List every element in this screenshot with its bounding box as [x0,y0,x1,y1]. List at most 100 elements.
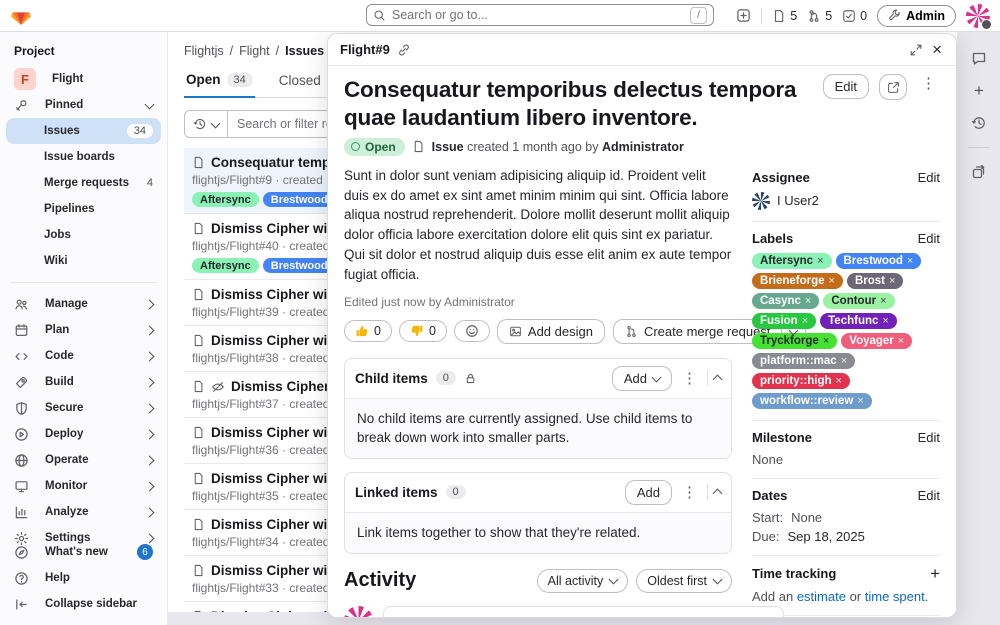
label-workflow-review[interactable]: workflow::review× [752,393,872,409]
estimate-link[interactable]: estimate [797,589,846,604]
linked-items-card: Linked items 0 Add ⋮ Link items together… [344,472,732,554]
remove-label-icon: × [841,355,847,367]
thumbs-up-button[interactable]: 0 [344,320,392,342]
time-spent-link[interactable]: time spent [865,589,925,604]
breadcrumb-project[interactable]: Flight [239,44,270,58]
label-casync[interactable]: Casync× [752,293,819,309]
sidebar-item-pipelines[interactable]: Pipelines [6,196,161,222]
child-items-add-button[interactable]: Add [612,366,672,391]
label-platform-mac[interactable]: platform::mac× [752,353,855,369]
issue-detail-modal: Flight#9 × Consequatur temporibus delect… [327,33,957,618]
smiley-icon [465,324,479,338]
child-items-count: 0 [436,371,456,385]
wrench-icon [888,9,901,22]
linked-items-add-button[interactable]: Add [625,480,672,505]
history-icon[interactable] [971,115,987,131]
sidebar-pinned[interactable]: Pinned [6,92,161,118]
whats-new-item[interactable]: What's new 6 [6,539,161,565]
plus-icon[interactable]: + [974,82,984,99]
issues-counter[interactable]: 5 [772,9,797,23]
sidebar-item-issues[interactable]: Issues 34 [6,118,161,144]
label-voyager[interactable]: Voyager× [841,333,912,349]
global-search-input[interactable]: Search or go to... / [366,4,714,26]
merge-requests-counter[interactable]: 5 [807,9,832,23]
modal-header: Flight#9 × [328,34,956,66]
milestone-edit-button[interactable]: Edit [918,430,940,445]
breadcrumb-group[interactable]: Flightjs [184,44,224,58]
sidebar-item-merge-requests[interactable]: Merge requests 4 [6,170,161,196]
child-items-card: Child items 0 Add ⋮ No child items are c… [344,358,732,459]
expand-icon[interactable] [909,43,923,57]
label-brestwood[interactable]: Brestwood× [836,253,922,269]
add-reaction-button[interactable] [454,320,490,342]
thumbs-down-button[interactable]: 0 [399,320,447,342]
sidebar-item-build[interactable]: Build [6,369,161,395]
sidebar-item-analyze[interactable]: Analyze [6,499,161,525]
user-avatar[interactable] [966,4,990,28]
tab-open[interactable]: Open 34 [184,64,255,98]
sidebar-item-secure[interactable]: Secure [6,395,161,421]
add-time-entry-button[interactable]: + [930,565,940,582]
sidebar-item-monitor[interactable]: Monitor [6,473,161,499]
add-design-button[interactable]: Add design [497,319,605,344]
label-tryckforge[interactable]: Tryckforge× [752,333,837,349]
child-items-kebab[interactable]: ⋮ [678,369,701,388]
labels-edit-button[interactable]: Edit [918,231,940,246]
remove-label-icon: × [829,275,835,287]
create-new-icon[interactable] [736,8,751,23]
activity-sort-dropdown[interactable]: Oldest first [636,569,732,593]
edited-note: Edited just now by Administrator [344,295,732,309]
label-aftersync[interactable]: Aftersync× [752,253,832,269]
todos-counter[interactable]: 0 [842,9,867,23]
history-icon [193,117,207,131]
sidebar-item-manage[interactable]: Manage [6,291,161,317]
issue-reference[interactable]: Flight#9 [340,42,390,57]
recent-searches-dropdown[interactable] [185,111,228,137]
monitor-icon [14,479,29,494]
label-brost[interactable]: Brost× [847,273,903,289]
linked-items-kebab[interactable]: ⋮ [678,483,701,502]
admin-button[interactable]: Admin [877,5,956,27]
sidebar-item-plan[interactable]: Plan [6,317,161,343]
activity-filter-dropdown[interactable]: All activity [537,569,629,593]
confidential-eye-slash-icon [211,380,225,394]
issue-type-icon [192,156,205,169]
sidebar-item-operate[interactable]: Operate [6,447,161,473]
label-contour[interactable]: Contour× [823,293,894,309]
assignee-value[interactable]: I User2 [752,192,940,210]
remove-label-icon: × [882,315,888,327]
sidebar-item-wiki[interactable]: Wiki [6,248,161,274]
gitlab-logo[interactable] [10,5,32,27]
sidebar-item-deploy[interactable]: Deploy [6,421,161,447]
issue-type-icon [192,610,205,612]
collapse-section-icon[interactable] [713,489,723,499]
label-chip: Aftersync [192,192,259,207]
comment-icon[interactable] [971,50,987,66]
collapse-section-icon[interactable] [713,375,723,385]
switch-view-icon[interactable] [971,164,987,180]
sidebar-item-issue-boards[interactable]: Issue boards [6,144,161,170]
label-techfunc[interactable]: Techfunc× [820,313,897,329]
assignee-edit-button[interactable]: Edit [918,170,940,185]
edit-issue-button[interactable]: Edit [823,74,869,99]
close-icon[interactable]: × [930,41,944,58]
sidebar-project-flight[interactable]: F Flight [6,66,161,92]
child-items-empty-text: No child items are currently assigned. U… [345,398,731,458]
dates-edit-button[interactable]: Edit [918,488,940,503]
start-date-value: None [791,510,822,525]
label-fusion[interactable]: Fusion× [752,313,816,329]
sidebar-item-jobs[interactable]: Jobs [6,222,161,248]
breadcrumb-issues[interactable]: Issues [285,44,324,58]
label-priority-high[interactable]: priority::high× [752,373,850,389]
sidebar-item-code[interactable]: Code [6,343,161,369]
sidebar-section-label: Project [6,40,161,66]
remove-label-icon: × [880,295,886,307]
help-item[interactable]: Help [6,565,161,591]
copy-link-icon[interactable] [397,43,411,57]
issue-actions-kebab[interactable]: ⋮ [917,74,940,93]
collapse-sidebar-item[interactable]: Collapse sidebar [6,591,161,617]
open-in-full-page-button[interactable] [879,74,907,100]
chevron-right-icon [145,325,155,335]
label-brieneforge[interactable]: Brieneforge× [752,273,843,289]
chevron-down-icon [211,118,221,128]
